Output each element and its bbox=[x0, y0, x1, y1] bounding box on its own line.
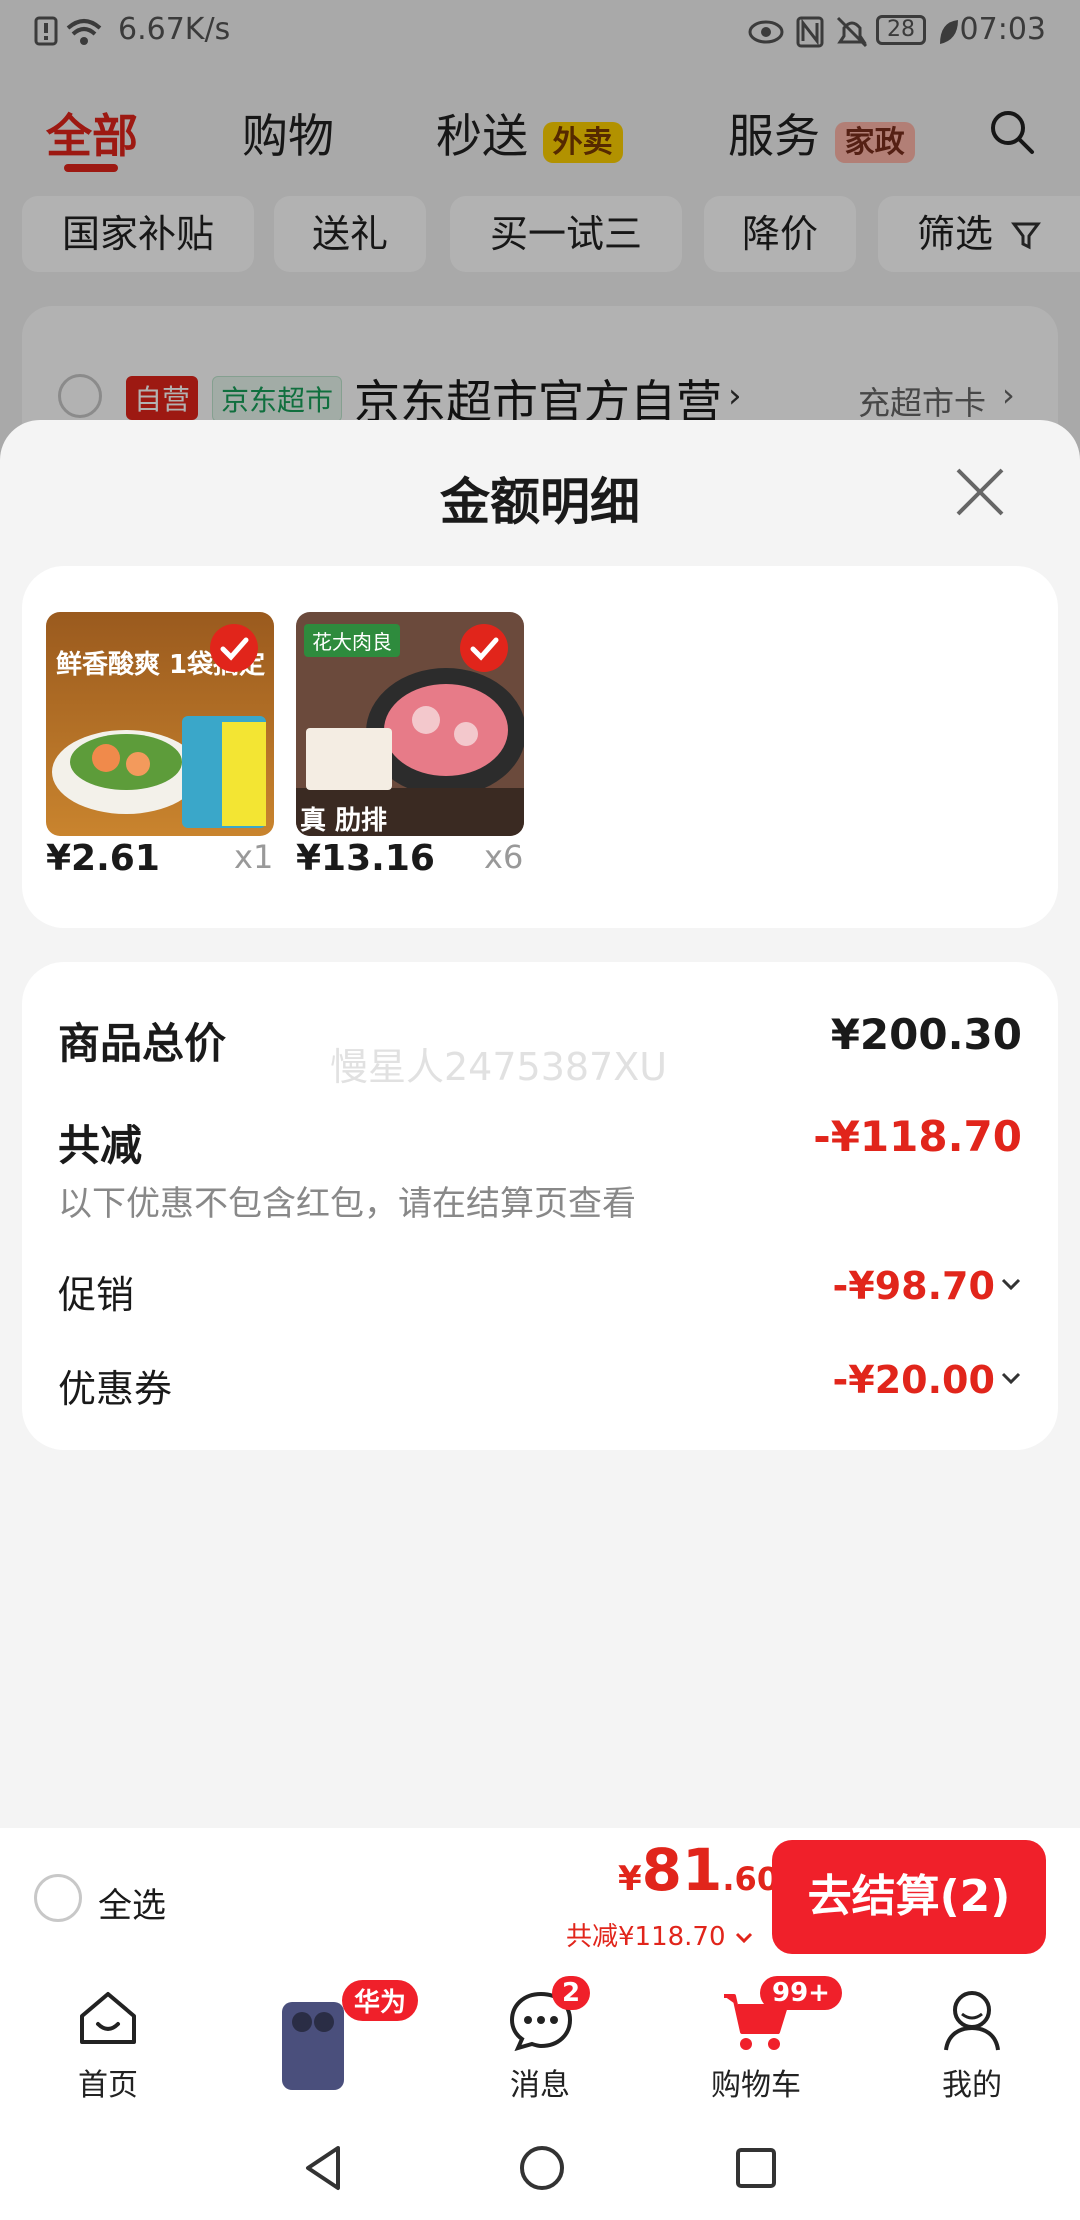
back-icon[interactable] bbox=[302, 2144, 346, 2192]
discount-label: 共减 bbox=[58, 1121, 143, 1170]
checkout-button[interactable]: 去结算(2) bbox=[772, 1840, 1046, 1954]
nav-home-label: 首页 bbox=[78, 2068, 138, 2103]
price-integer: 81 bbox=[641, 1836, 723, 1904]
close-icon[interactable] bbox=[950, 462, 1010, 522]
cart-badge: 99+ bbox=[760, 1976, 842, 2010]
currency-symbol: ¥ bbox=[618, 1859, 642, 1899]
product-thumb-seaweed[interactable]: 鲜香酸爽 1袋搞定 bbox=[46, 612, 274, 836]
product-price: ¥2.61 bbox=[46, 838, 160, 879]
profile-icon bbox=[944, 1991, 1000, 2051]
nav-messages-label: 消息 bbox=[510, 2068, 570, 2103]
nav-mine-label: 我的 bbox=[942, 2068, 1002, 2103]
select-all-radio[interactable] bbox=[34, 1874, 82, 1922]
product-thumb-caption: 真 肋排 bbox=[300, 806, 388, 836]
promo-label: 促销 bbox=[58, 1273, 135, 1317]
product-qty: x1 bbox=[234, 838, 274, 876]
nav-promo[interactable]: 华为 bbox=[262, 1980, 422, 2100]
chevron-down-icon bbox=[735, 1932, 752, 1944]
total-price-value: ¥200.30 bbox=[830, 1010, 1022, 1059]
messages-badge: 2 bbox=[552, 1976, 591, 2010]
price-decimal: .60 bbox=[722, 1860, 780, 1898]
coupon-row-toggle[interactable]: -¥20.00 bbox=[832, 1358, 1022, 1402]
chevron-down-icon bbox=[1001, 1278, 1021, 1291]
coupon-value: -¥20.00 bbox=[832, 1358, 995, 1402]
sheet-title: 金额明细 bbox=[440, 473, 640, 531]
promo-row-toggle[interactable]: -¥98.70 bbox=[832, 1264, 1022, 1308]
home-icon bbox=[80, 1992, 136, 2044]
brand-label: 花大肉良 bbox=[304, 624, 400, 657]
nav-home[interactable]: 首页 bbox=[28, 1988, 188, 2103]
product-qty: x6 bbox=[484, 838, 524, 876]
total-price-label: 商品总价 bbox=[58, 1019, 227, 1068]
promo-value: -¥98.70 bbox=[832, 1264, 995, 1308]
discount-note: 以下优惠不包含红包，请在结算页查看 bbox=[58, 1184, 636, 1224]
selected-check-icon bbox=[460, 624, 508, 672]
watermark: 慢星人2475387XU bbox=[330, 1045, 668, 1089]
recents-icon[interactable] bbox=[734, 2146, 778, 2190]
nav-mine[interactable]: 我的 bbox=[892, 1988, 1052, 2103]
nav-cart[interactable]: 99+ 购物车 bbox=[676, 1976, 842, 2103]
discount-summary-toggle[interactable]: 共减¥118.70 bbox=[566, 1916, 754, 1953]
total-payable: ¥81.60 bbox=[618, 1836, 779, 1904]
nav-cart-label: 购物车 bbox=[711, 2068, 801, 2103]
nav-messages[interactable]: 2 消息 bbox=[460, 1976, 620, 2103]
select-all-label[interactable]: 全选 bbox=[98, 1878, 166, 1927]
selected-check-icon bbox=[210, 624, 258, 672]
promo-badge: 华为 bbox=[342, 1980, 419, 2021]
chevron-down-icon bbox=[1001, 1372, 1021, 1385]
coupon-label: 优惠券 bbox=[58, 1367, 173, 1411]
product-thumb-ribs[interactable]: 花大肉良 真 肋排 bbox=[296, 612, 524, 836]
discount-summary: 共减¥118.70 bbox=[566, 1922, 726, 1952]
product-price: ¥13.16 bbox=[296, 838, 435, 879]
home-circle-icon[interactable] bbox=[518, 2144, 566, 2192]
discount-value: -¥118.70 bbox=[813, 1112, 1022, 1161]
